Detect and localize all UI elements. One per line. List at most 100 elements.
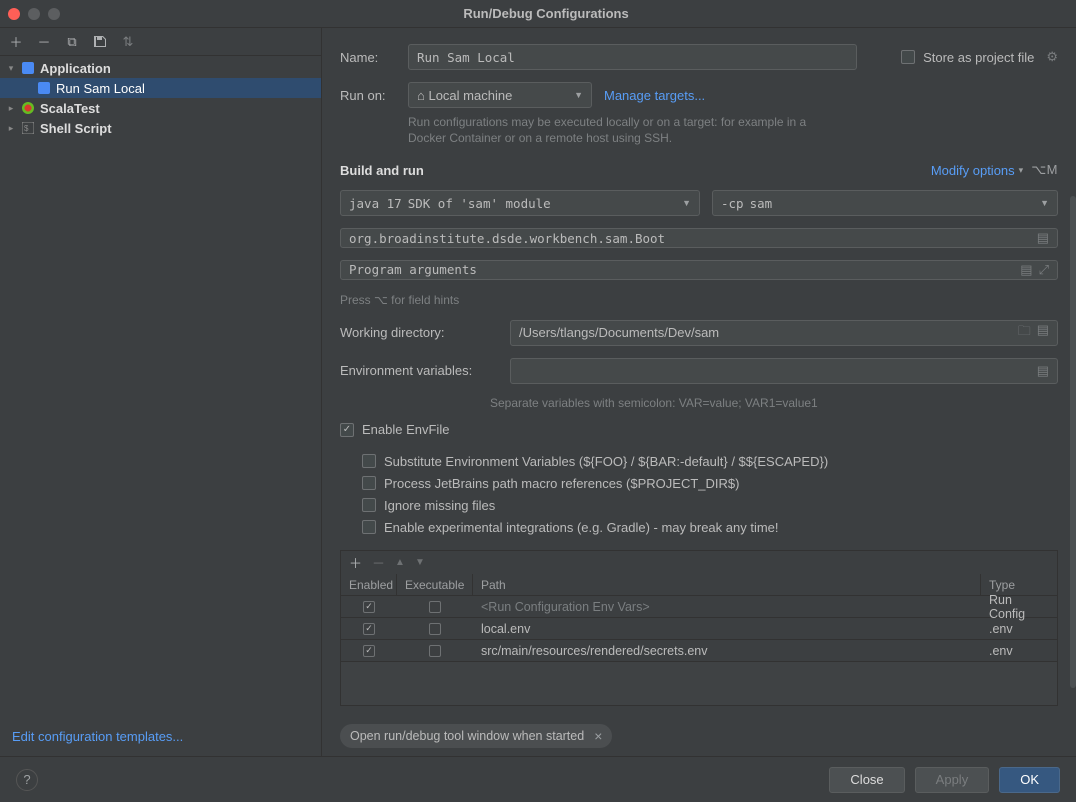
env-vars-label: Environment variables: (340, 363, 498, 378)
opt-label: Ignore missing files (384, 498, 495, 513)
main-class-value: org.broadinstitute.dsde.workbench.sam.Bo… (349, 231, 1037, 246)
th-executable: Executable (397, 574, 473, 595)
content-panel: Name: Store as project file ⚙ Run on: ⌂ … (322, 28, 1076, 756)
run-on-value: Local machine (428, 88, 512, 103)
save-icon[interactable] (92, 34, 108, 50)
store-label: Store as project file (923, 50, 1034, 65)
tree-label: Application (40, 61, 111, 76)
working-dir-value: /Users/tlangs/Documents/Dev/sam (519, 325, 719, 340)
chevron-down-icon: ▼ (1040, 198, 1049, 208)
td-path: <Run Configuration Env Vars> (473, 596, 981, 617)
checkbox-icon (340, 423, 354, 437)
checkbox-icon[interactable] (363, 645, 375, 657)
program-args-input[interactable]: Program arguments ▤⤢ (340, 260, 1058, 280)
copy-icon[interactable]: ⧉ (64, 34, 80, 50)
tree-node-scalatest[interactable]: ▸ ScalaTest (0, 98, 321, 118)
scalatest-icon (20, 102, 36, 114)
chevron-right-icon: ▸ (6, 103, 16, 114)
edit-templates-link[interactable]: Edit configuration templates... (0, 717, 321, 756)
sidebar: ＋ － ⧉ ⇅ ▾ Application Run Sam Local ▸ Sc… (0, 28, 322, 756)
td-type: Run Config (981, 596, 1057, 617)
tree-label: Run Sam Local (56, 81, 145, 96)
modify-options-link[interactable]: Modify options (931, 163, 1015, 178)
open-tool-window-chip[interactable]: Open run/debug tool window when started … (340, 724, 612, 748)
checkbox-icon[interactable] (429, 645, 441, 657)
remove-icon[interactable]: － (372, 553, 385, 572)
table-row[interactable]: src/main/resources/rendered/secrets.env … (340, 640, 1058, 662)
help-icon[interactable]: ? (16, 769, 38, 791)
jdk-select[interactable]: java 17 SDK of 'sam' module ▼ (340, 190, 700, 216)
home-icon: ⌂ (417, 88, 428, 103)
working-dir-label: Working directory: (340, 325, 498, 340)
up-icon[interactable]: ▲ (395, 557, 405, 568)
chip-label: Open run/debug tool window when started (350, 729, 584, 743)
modify-options-shortcut: ⌥M (1031, 162, 1058, 178)
table-row[interactable]: local.env .env (340, 618, 1058, 640)
manage-targets-link[interactable]: Manage targets... (604, 88, 705, 103)
env-vars-input[interactable]: ▤ (510, 358, 1058, 384)
add-icon[interactable]: ＋ (349, 553, 362, 572)
remove-icon[interactable]: － (36, 34, 52, 50)
folder-icon[interactable]: 🗀 (1018, 322, 1031, 344)
checkbox-icon[interactable] (363, 601, 375, 613)
run-on-label: Run on: (340, 88, 396, 103)
sidebar-toolbar: ＋ － ⧉ ⇅ (0, 28, 321, 56)
chevron-right-icon: ▸ (6, 123, 16, 134)
checkbox-icon[interactable] (429, 623, 441, 635)
checkbox-icon (362, 498, 376, 512)
close-button[interactable]: Close (829, 767, 904, 793)
titlebar: Run/Debug Configurations (0, 0, 1076, 28)
env-vars-hint: Separate variables with semicolon: VAR=v… (340, 396, 1058, 410)
opt-label: Substitute Environment Variables (${FOO}… (384, 454, 828, 469)
tree-node-shell-script[interactable]: ▸ $ Shell Script (0, 118, 321, 138)
scrollbar[interactable] (1070, 196, 1076, 688)
build-run-title: Build and run (340, 163, 424, 178)
opt-substitute[interactable]: Substitute Environment Variables (${FOO}… (362, 450, 1058, 472)
config-tree: ▾ Application Run Sam Local ▸ ScalaTest … (0, 56, 321, 717)
close-icon[interactable]: × (594, 728, 602, 744)
checkbox-icon (901, 50, 915, 64)
name-input[interactable] (408, 44, 857, 70)
tree-label: ScalaTest (40, 101, 100, 116)
list-icon[interactable]: ▤ (1037, 363, 1049, 379)
ok-button[interactable]: OK (999, 767, 1060, 793)
list-icon[interactable]: ▤ (1037, 322, 1049, 344)
tree-node-application[interactable]: ▾ Application (0, 58, 321, 78)
dialog-footer: ? Close Apply OK (0, 756, 1076, 802)
td-type: .env (981, 618, 1057, 639)
tree-node-run-sam-local[interactable]: Run Sam Local (0, 78, 321, 98)
down-icon[interactable]: ▼ (415, 557, 425, 568)
opt-label: Process JetBrains path macro references … (384, 476, 739, 491)
table-row[interactable]: <Run Configuration Env Vars> Run Config (340, 596, 1058, 618)
list-icon[interactable]: ▤ (1020, 262, 1032, 278)
run-on-hint: Run configurations may be executed local… (408, 114, 828, 146)
chevron-down-icon: ▼ (574, 90, 583, 100)
opt-ignore[interactable]: Ignore missing files (362, 494, 1058, 516)
apply-button[interactable]: Apply (915, 767, 990, 793)
td-path: local.env (473, 618, 981, 639)
checkbox-icon[interactable] (429, 601, 441, 613)
list-icon[interactable]: ▤ (1037, 230, 1049, 246)
opt-macro[interactable]: Process JetBrains path macro references … (362, 472, 1058, 494)
classpath-select[interactable]: -cp sam ▼ (712, 190, 1058, 216)
enable-envfile[interactable]: Enable EnvFile (340, 422, 1058, 438)
application-icon (36, 82, 52, 94)
store-as-project-file[interactable]: Store as project file ⚙ (901, 46, 1058, 68)
cp-value: sam (750, 196, 773, 211)
working-dir-input[interactable]: /Users/tlangs/Documents/Dev/sam 🗀 ▤ (510, 320, 1058, 346)
svg-text:$: $ (24, 124, 29, 133)
checkbox-icon (362, 476, 376, 490)
expand-icon[interactable]: ⤢ (1039, 262, 1049, 278)
gear-icon[interactable]: ⚙ (1046, 49, 1058, 65)
main-class-input[interactable]: org.broadinstitute.dsde.workbench.sam.Bo… (340, 228, 1058, 248)
sort-icon[interactable]: ⇅ (120, 34, 136, 50)
opt-experimental[interactable]: Enable experimental integrations (e.g. G… (362, 516, 1058, 538)
chevron-down-icon: ▼ (682, 198, 691, 208)
th-path: Path (473, 574, 981, 595)
run-on-select[interactable]: ⌂ Local machine ▼ (408, 82, 592, 108)
name-label: Name: (340, 50, 396, 65)
checkbox-icon[interactable] (363, 623, 375, 635)
application-icon (20, 62, 36, 74)
add-icon[interactable]: ＋ (8, 34, 24, 50)
shell-icon: $ (20, 122, 36, 134)
